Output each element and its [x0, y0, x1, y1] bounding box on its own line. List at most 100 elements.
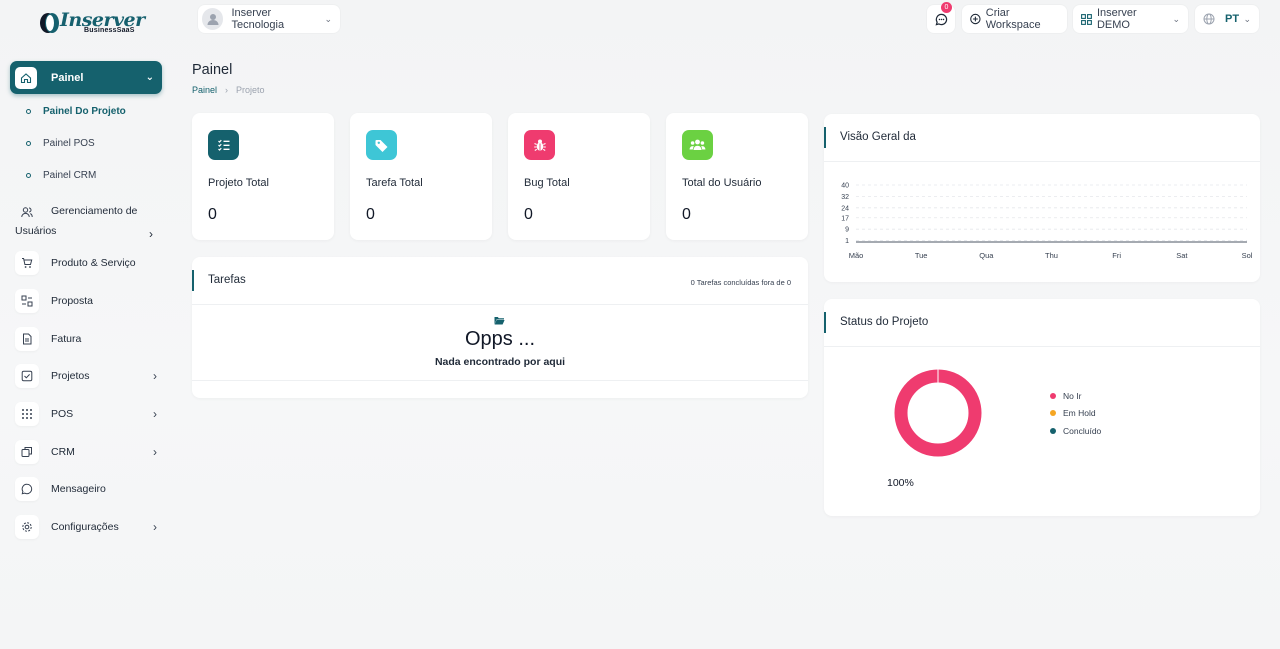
sidebar-item-label: Fatura: [51, 333, 82, 345]
legend-swatch: [1050, 427, 1056, 434]
sidebar-item-label-line2: Usuários: [15, 225, 57, 237]
sidebar-item-usuarios[interactable]: Gerenciamento de Usuários ›: [15, 200, 157, 242]
stat-value: 0: [682, 206, 691, 223]
bug-icon: [524, 130, 555, 160]
card-title: Tarefas: [208, 274, 246, 286]
bullet-icon: [26, 141, 31, 146]
accent-bar: [192, 270, 194, 291]
sidebar-item-projetos[interactable]: Projetos ›: [15, 364, 157, 388]
divider: [192, 380, 808, 381]
message-icon: [15, 477, 39, 501]
layers-icon: [15, 440, 39, 464]
sidebar-item-label: Produto & Serviço: [51, 257, 136, 269]
sidebar-subitem-label: Painel Do Projeto: [43, 106, 126, 117]
sidebar-item-pos[interactable]: POS ›: [15, 402, 157, 426]
sidebar-item-label: Mensageiro: [51, 483, 106, 495]
invoice-icon: [15, 327, 39, 351]
language-code: PT: [1225, 13, 1240, 25]
stat-card-bug-total: Bug Total 0: [508, 113, 650, 240]
accent-bar: [824, 127, 826, 148]
brand-logo[interactable]: Inserver BusinessSaaS: [38, 8, 145, 36]
plus-circle-icon: [970, 13, 981, 25]
sidebar-item-fatura[interactable]: Fatura: [15, 327, 157, 351]
legend-label: No Ir: [1063, 390, 1082, 401]
avatar: [202, 8, 224, 30]
bullet-icon: [26, 173, 31, 178]
sidebar-subitem-painel-crm[interactable]: Painel CRM: [26, 170, 96, 181]
legend-item[interactable]: No Ir: [1050, 387, 1101, 405]
y-tick-label: 24: [841, 205, 849, 212]
sidebar-item-produto-servico[interactable]: Produto & Serviço: [15, 251, 157, 275]
chart-legend: No Ir Em Hold Concluído: [1050, 387, 1101, 440]
y-tick-label: 9: [845, 227, 849, 234]
tasks-card: Tarefas 0 Tarefas concluídas fora de 0 O…: [192, 257, 808, 398]
proposal-icon: [15, 289, 39, 313]
sidebar-item-label: Projetos: [51, 370, 90, 382]
chevron-down-icon: ⌄: [324, 13, 332, 24]
sidebar-item-label: CRM: [51, 446, 75, 458]
create-workspace-button[interactable]: Criar Workspace: [962, 5, 1067, 33]
chevron-down-icon: ⌄: [1172, 13, 1180, 24]
stat-value: 0: [208, 206, 217, 223]
company-switcher[interactable]: Inserver DEMO ⌄: [1073, 5, 1188, 33]
sidebar-item-configuracoes[interactable]: Configurações ›: [15, 515, 157, 539]
card-title: Visão Geral da: [840, 131, 916, 143]
y-tick-label: 17: [841, 215, 849, 222]
x-tick-label: Fri: [1112, 251, 1121, 260]
sidebar-item-label: Configurações: [51, 521, 119, 533]
breadcrumb-link[interactable]: Painel: [192, 85, 217, 95]
breadcrumb-current: Projeto: [236, 85, 265, 95]
chevron-down-icon: ⌄: [145, 72, 154, 83]
chat-icon: [935, 13, 947, 25]
chevron-down-icon: ⌄: [1243, 13, 1251, 24]
x-tick-label: Sat: [1176, 251, 1188, 260]
x-tick-label: Qua: [979, 251, 994, 260]
sidebar-subitem-painel-projeto[interactable]: Painel Do Projeto: [26, 106, 126, 117]
sidebar-item-proposta[interactable]: Proposta: [15, 289, 157, 313]
page-title: Painel: [192, 62, 233, 78]
checkbox-icon: [15, 364, 39, 388]
card-title: Status do Projeto: [840, 316, 929, 328]
users-icon: [682, 130, 713, 160]
accent-bar: [824, 312, 826, 333]
users-icon: [15, 200, 39, 224]
stat-value: 0: [524, 206, 533, 223]
messages-badge: 0: [941, 2, 952, 13]
sidebar-item-label: Gerenciamento de: [51, 205, 138, 217]
chevron-right-icon: ›: [153, 445, 157, 459]
sidebar-item-label: Painel: [51, 71, 84, 84]
empty-state-text: Nada encontrado por aqui: [434, 356, 566, 368]
stat-card-total-usuario: Total do Usuário 0: [666, 113, 808, 240]
grid-dots-icon: [15, 402, 39, 426]
stat-label: Tarefa Total: [366, 177, 423, 189]
sidebar-subitem-painel-pos[interactable]: Painel POS: [26, 138, 95, 149]
messages-button[interactable]: 0: [927, 2, 955, 33]
stat-card-projeto-total: Projeto Total 0: [192, 113, 334, 240]
cart-icon: [15, 251, 39, 275]
legend-item[interactable]: Concluído: [1050, 422, 1101, 440]
legend-item[interactable]: Em Hold: [1050, 405, 1101, 423]
y-tick-label: 1: [845, 238, 849, 245]
y-tick-label: 32: [841, 194, 849, 201]
gear-icon: [15, 515, 39, 539]
status-percent: 100%: [887, 477, 914, 489]
tag-icon: [366, 130, 397, 160]
sidebar-item-mensageiro[interactable]: Mensageiro: [15, 477, 157, 501]
workspace-switcher[interactable]: Inserver Tecnologia ⌄: [198, 5, 340, 33]
logo-subtitle: BusinessSaaS: [84, 27, 135, 34]
sidebar-item-crm[interactable]: CRM ›: [15, 440, 157, 464]
stat-card-tarefa-total: Tarefa Total 0: [350, 113, 492, 240]
project-status-donut: [894, 369, 982, 457]
language-switcher[interactable]: PT ⌄: [1195, 5, 1259, 33]
sidebar-item-painel[interactable]: Painel ⌄: [10, 61, 162, 94]
legend-label: Concluído: [1063, 425, 1102, 436]
create-workspace-label: Criar Workspace: [985, 7, 1041, 31]
chevron-right-icon: ›: [149, 227, 153, 241]
chevron-right-icon: ›: [153, 407, 157, 421]
logo-mark-icon: [40, 13, 59, 33]
tasks-completed-note: 0 Tarefas concluídas fora de 0: [690, 278, 791, 287]
card-header: Visão Geral da: [824, 114, 1260, 162]
card-header: Tarefas 0 Tarefas concluídas fora de 0: [192, 257, 808, 305]
globe-icon: [1203, 13, 1215, 25]
y-tick-label: 40: [841, 183, 849, 190]
